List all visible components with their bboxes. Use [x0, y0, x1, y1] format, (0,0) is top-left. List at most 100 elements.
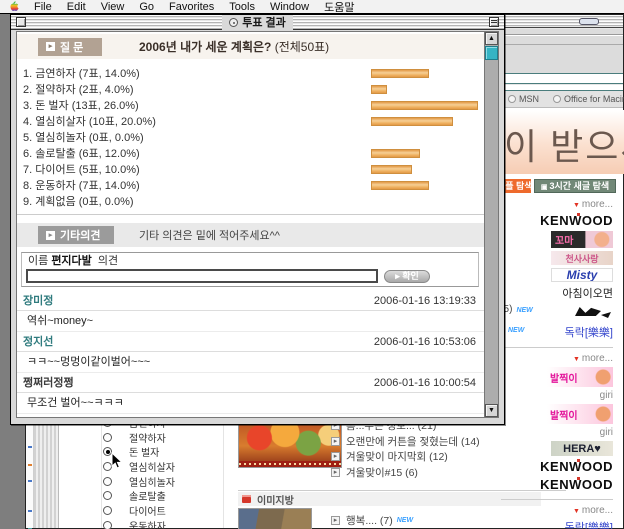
post-icon: ▸	[331, 437, 340, 446]
sidebar-item[interactable]: HERA♥	[551, 441, 613, 456]
vertical-scrollbar[interactable]: ▲ ▼	[484, 32, 498, 417]
confirm-button[interactable]: ▸ 확인	[384, 270, 430, 283]
menu-view[interactable]: View	[101, 1, 125, 13]
comment-text: 무조건 벌어~~ㅋㅋㅋ	[17, 393, 484, 414]
other-opinion-badge: 기타의견	[38, 226, 114, 244]
mouse-cursor	[111, 452, 123, 475]
poll-radio-option[interactable]: 운동하자	[103, 518, 223, 529]
opinion-input[interactable]	[26, 269, 378, 283]
comment-row: 곽승균 2006-01-16 09:57:54	[17, 414, 484, 417]
sidebar-item[interactable]: giri	[600, 390, 613, 401]
browser-title-widget[interactable]	[579, 18, 599, 25]
scroll-up-icon[interactable]: ▲	[485, 32, 498, 45]
poll-option-row: 2. 절약하자 (2표, 4.0%)	[23, 82, 484, 98]
sidebar-item[interactable]: 독락[樂樂]	[565, 519, 613, 529]
other-opinion-hint: 기타 의견은 밑에 적어주세요^^	[139, 227, 280, 243]
sidebar-item[interactable]: 독락[樂樂]	[565, 324, 613, 340]
result-bar	[371, 101, 478, 110]
sidebar-item[interactable]	[501, 347, 613, 348]
poll-content: 질 문 2006년 내가 세운 계획은? (전체50표) 1. 금연하자 (7표…	[17, 32, 484, 417]
menu-edit[interactable]: Edit	[67, 1, 86, 13]
sidebar-item[interactable]: KENWOOD	[540, 459, 613, 474]
menu-go[interactable]: Go	[139, 1, 154, 13]
sidebar-item[interactable]: 발찍이	[547, 404, 613, 424]
result-bar	[371, 149, 420, 158]
question-text: 2006년 내가 세운 계획은? (전체50표)	[139, 38, 329, 55]
comment-timestamp: 2006-01-16 10:53:06	[374, 332, 476, 351]
sidebar-item[interactable]	[501, 499, 613, 500]
comment-author[interactable]: 정지선	[23, 332, 53, 351]
menu-tools[interactable]: Tools	[229, 1, 255, 13]
menu-favorites[interactable]: Favorites	[169, 1, 214, 13]
sidebar-item[interactable]: more...	[573, 353, 613, 364]
poll-option-row: 4. 열심히살자 (10표, 20.0%)	[23, 114, 484, 130]
poll-results-window: 투표 결과 질 문 2006년 내가 세운 계획은? (전체50표) 1. 금연…	[10, 14, 505, 425]
result-bar	[371, 117, 453, 126]
question-row: 질 문 2006년 내가 세운 계획은? (전체50표)	[17, 34, 484, 59]
collapse-icon[interactable]	[489, 17, 499, 27]
comment-row: 장미정 2006-01-16 13:19:33 역쉬~money~	[17, 291, 484, 332]
poll-radio-option[interactable]: 열심히놀자	[103, 474, 223, 489]
poll-option-row: 1. 금연하자 (7표, 14.0%)	[23, 66, 484, 82]
sidebar-item[interactable]: more...	[573, 199, 613, 210]
result-bar	[371, 181, 429, 190]
image-board-thumbnail[interactable]	[238, 508, 312, 529]
favorite-office[interactable]: Office for Macin	[553, 94, 624, 104]
poll-radio-option[interactable]: 솔로탈출	[103, 488, 223, 503]
radio-button-icon[interactable]	[103, 477, 112, 486]
close-icon[interactable]	[16, 17, 26, 27]
comments-list: 장미정 2006-01-16 13:19:33 역쉬~money~ 정지선 20…	[17, 291, 484, 417]
sidebar-item[interactable]	[571, 304, 613, 321]
comment-author[interactable]: 쩡쩌러정쩡	[23, 373, 74, 392]
sidebar-item[interactable]: 발찍이	[547, 367, 613, 387]
promo-banner-text: 이 받으세	[504, 118, 624, 170]
new-badge: NEW	[397, 517, 413, 524]
favorite-icon	[508, 95, 516, 103]
sidebar-item[interactable]: 아침이오면	[562, 285, 613, 301]
badge-arrow-icon	[46, 42, 55, 51]
board-post-item[interactable]: ▸ 행복.... (7) NEW	[331, 513, 413, 528]
sidebar-item[interactable]: 천사사랑	[551, 251, 613, 265]
poll-radio-option[interactable]: 절약하자	[103, 430, 223, 445]
comment-timestamp: 2006-01-16 09:57:54	[374, 414, 476, 417]
other-opinion-header: 기타의견 기타 의견은 밑에 적어주세요^^	[17, 223, 484, 247]
radio-button-icon[interactable]	[103, 521, 112, 529]
sidebar-item[interactable]: KENWOOD	[540, 477, 613, 492]
sidebar-item[interactable]: KENWOOD	[540, 213, 613, 228]
scroll-down-icon[interactable]: ▼	[485, 404, 498, 417]
result-bar	[371, 165, 412, 174]
radio-button-icon[interactable]	[103, 433, 112, 442]
poll-option-row: 8. 운동하자 (7표, 14.0%)	[23, 178, 484, 194]
menu-window[interactable]: Window	[270, 1, 309, 13]
comment-timestamp: 2006-01-16 13:19:33	[374, 291, 476, 310]
comment-row: 쩡쩌러정쩡 2006-01-16 10:00:54 무조건 벌어~~ㅋㅋㅋ	[17, 373, 484, 414]
sidebar-item[interactable]: more...	[573, 505, 613, 516]
sidebar-item[interactable]: 꼬마	[551, 231, 613, 248]
comment-text: 역쉬~money~	[17, 311, 484, 332]
comment-author[interactable]: 곽승균	[23, 414, 53, 417]
menu-help[interactable]: 도움말	[324, 0, 354, 15]
result-bar	[371, 85, 387, 94]
sidebar-item[interactable]: giri	[600, 427, 613, 438]
comment-timestamp: 2006-01-16 10:00:54	[374, 373, 476, 392]
comment-author[interactable]: 장미정	[23, 291, 53, 310]
sidebar-item[interactable]: Misty	[551, 268, 613, 282]
opinion-form-labels: 이름 편지다발 의견	[22, 255, 478, 267]
window-title-bar[interactable]: 투표 결과	[11, 15, 504, 30]
radio-button-icon[interactable]	[103, 491, 112, 500]
question-badge: 질 문	[38, 38, 102, 56]
poll-option-row: 6. 솔로탈출 (6표, 12.0%)	[23, 146, 484, 162]
favorite-icon	[553, 95, 561, 103]
radio-button-icon[interactable]	[103, 506, 112, 515]
menu-file[interactable]: File	[34, 1, 52, 13]
menu-bar: File Edit View Go Favorites Tools Window…	[0, 0, 624, 14]
ad-sidebar: more... KENWOOD 꼬마천사사랑 Misty 아침이오면독락[樂樂] more…	[493, 199, 613, 529]
post-icon: ▸	[331, 452, 340, 461]
opinion-form: 이름 편지다발 의견 ▸ 확인	[21, 252, 479, 287]
apple-menu-icon[interactable]	[8, 1, 19, 12]
new-posts-search-button[interactable]: 3시간 새글 탐색	[534, 179, 616, 193]
favorite-msn[interactable]: MSN	[508, 94, 539, 104]
scrollbar-thumb[interactable]	[485, 46, 498, 60]
poll-option-row: 5. 열심히놀자 (0표, 0.0%)	[23, 130, 484, 146]
poll-radio-option[interactable]: 다이어트	[103, 503, 223, 518]
